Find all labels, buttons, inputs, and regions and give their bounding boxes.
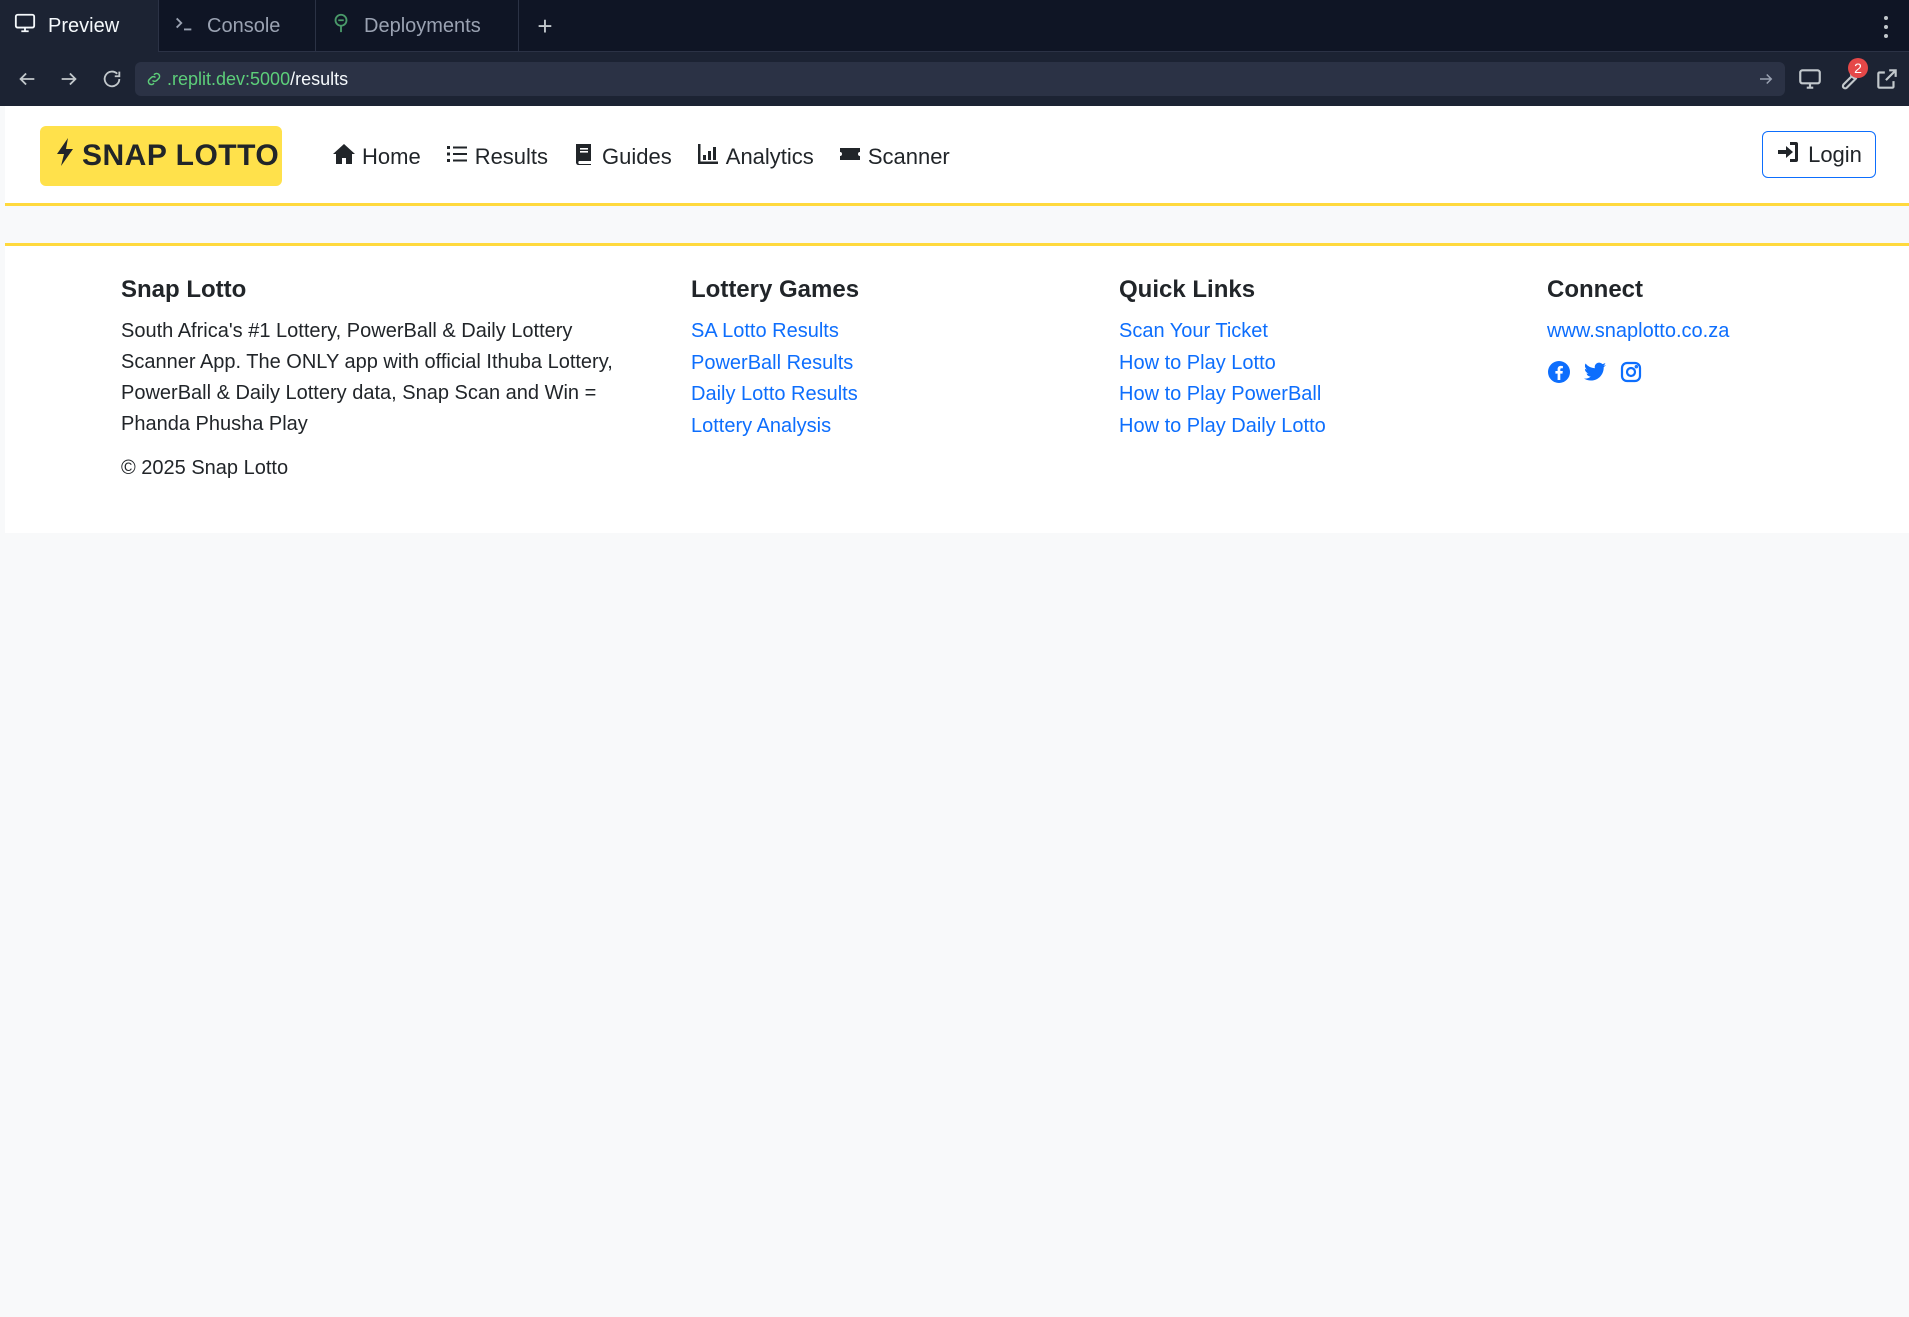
ide-url-bar: .replit.dev:5000/results <box>0 52 1909 106</box>
tab-preview-label: Preview <box>48 14 120 37</box>
more-options-icon[interactable] <box>1876 13 1896 41</box>
monitor-icon <box>14 12 36 40</box>
add-tab-button[interactable]: + <box>530 11 560 41</box>
footer-games-title: Lottery Games <box>691 276 860 303</box>
footer-quick-links: Quick Links Scan Your Ticket How to Play… <box>1119 274 1499 442</box>
url-host: .replit.dev:5000 <box>167 68 291 89</box>
tab-deployments-label: Deployments <box>364 14 481 37</box>
facebook-icon[interactable] <box>1547 360 1571 384</box>
list-ol-icon <box>445 143 469 171</box>
footer-connect-title: Connect <box>1547 276 1643 303</box>
twitter-icon[interactable] <box>1583 360 1607 384</box>
terminal-icon <box>173 12 195 40</box>
site-footer: Snap Lotto South Africa's #1 Lottery, Po… <box>5 243 1909 533</box>
ide-tab-bar: Preview Console Deployments + <box>0 0 1909 52</box>
link-website[interactable]: www.snaplotto.co.za <box>1547 316 1847 348</box>
link-icon <box>145 70 163 88</box>
nav-guides-label: Guides <box>602 144 672 169</box>
link-how-to-play-lotto[interactable]: How to Play Lotto <box>1119 348 1499 380</box>
nav-guides[interactable]: Guides <box>572 143 672 171</box>
link-scan-ticket[interactable]: Scan Your Ticket <box>1119 316 1499 348</box>
footer-games: Lottery Games SA Lotto Results PowerBall… <box>691 274 1071 442</box>
devtools-badge: 2 <box>1848 58 1868 78</box>
social-links <box>1547 360 1847 384</box>
forward-arrow-icon[interactable] <box>54 64 84 94</box>
tab-console[interactable]: Console <box>159 0 316 52</box>
bolt-icon <box>52 137 82 175</box>
site-header: SNAP LOTTO Home Results Guides Analytics… <box>5 106 1909 206</box>
footer-connect: Connect www.snaplotto.co.za <box>1547 274 1847 384</box>
link-powerball-results[interactable]: PowerBall Results <box>691 348 1071 380</box>
nav-results[interactable]: Results <box>445 143 548 171</box>
book-icon <box>572 143 596 171</box>
link-how-to-play-daily-lotto[interactable]: How to Play Daily Lotto <box>1119 411 1499 443</box>
nav-scanner[interactable]: Scanner <box>838 143 950 171</box>
go-arrow-icon[interactable] <box>1757 70 1775 88</box>
url-path: /results <box>290 68 349 89</box>
footer-about: Snap Lotto South Africa's #1 Lottery, Po… <box>121 274 651 484</box>
nav-home[interactable]: Home <box>332 143 421 171</box>
link-lottery-analysis[interactable]: Lottery Analysis <box>691 411 1071 443</box>
login-label: Login <box>1808 141 1862 167</box>
footer-quick-title: Quick Links <box>1119 276 1256 303</box>
device-preview-icon[interactable] <box>1797 66 1823 92</box>
url-input[interactable]: .replit.dev:5000/results <box>135 62 1785 96</box>
chart-icon <box>696 143 720 171</box>
back-arrow-icon[interactable] <box>12 64 42 94</box>
nav-analytics-label: Analytics <box>725 144 814 169</box>
copyright: © 2025 Snap Lotto <box>121 457 289 479</box>
link-how-to-play-powerball[interactable]: How to Play PowerBall <box>1119 379 1499 411</box>
nav-scanner-label: Scanner <box>867 144 950 169</box>
home-icon <box>332 143 356 171</box>
footer-about-title: Snap Lotto <box>121 276 247 303</box>
instagram-icon[interactable] <box>1619 360 1643 384</box>
ticket-icon <box>838 143 862 171</box>
site-viewport: SNAP LOTTO Home Results Guides Analytics… <box>5 106 1909 1317</box>
link-sa-lotto-results[interactable]: SA Lotto Results <box>691 316 1071 348</box>
login-button[interactable]: Login <box>1762 131 1876 178</box>
nav-home-label: Home <box>362 144 421 169</box>
main-nav: Home Results Guides Analytics Scanner <box>332 140 950 174</box>
reload-icon[interactable] <box>97 64 127 94</box>
nav-results-label: Results <box>474 144 549 169</box>
nav-analytics[interactable]: Analytics <box>696 143 814 171</box>
open-external-icon[interactable] <box>1874 66 1900 92</box>
sign-in-icon <box>1776 141 1800 169</box>
link-daily-lotto-results[interactable]: Daily Lotto Results <box>691 379 1071 411</box>
footer-about-text: South Africa's #1 Lottery, PowerBall & D… <box>121 320 613 435</box>
brand-logo[interactable]: SNAP LOTTO <box>40 126 282 186</box>
tab-console-label: Console <box>207 14 281 37</box>
tab-deployments[interactable]: Deployments <box>316 0 519 52</box>
brand-text: SNAP LOTTO <box>82 139 280 172</box>
deploy-icon <box>330 12 352 40</box>
tab-preview[interactable]: Preview <box>0 0 159 52</box>
